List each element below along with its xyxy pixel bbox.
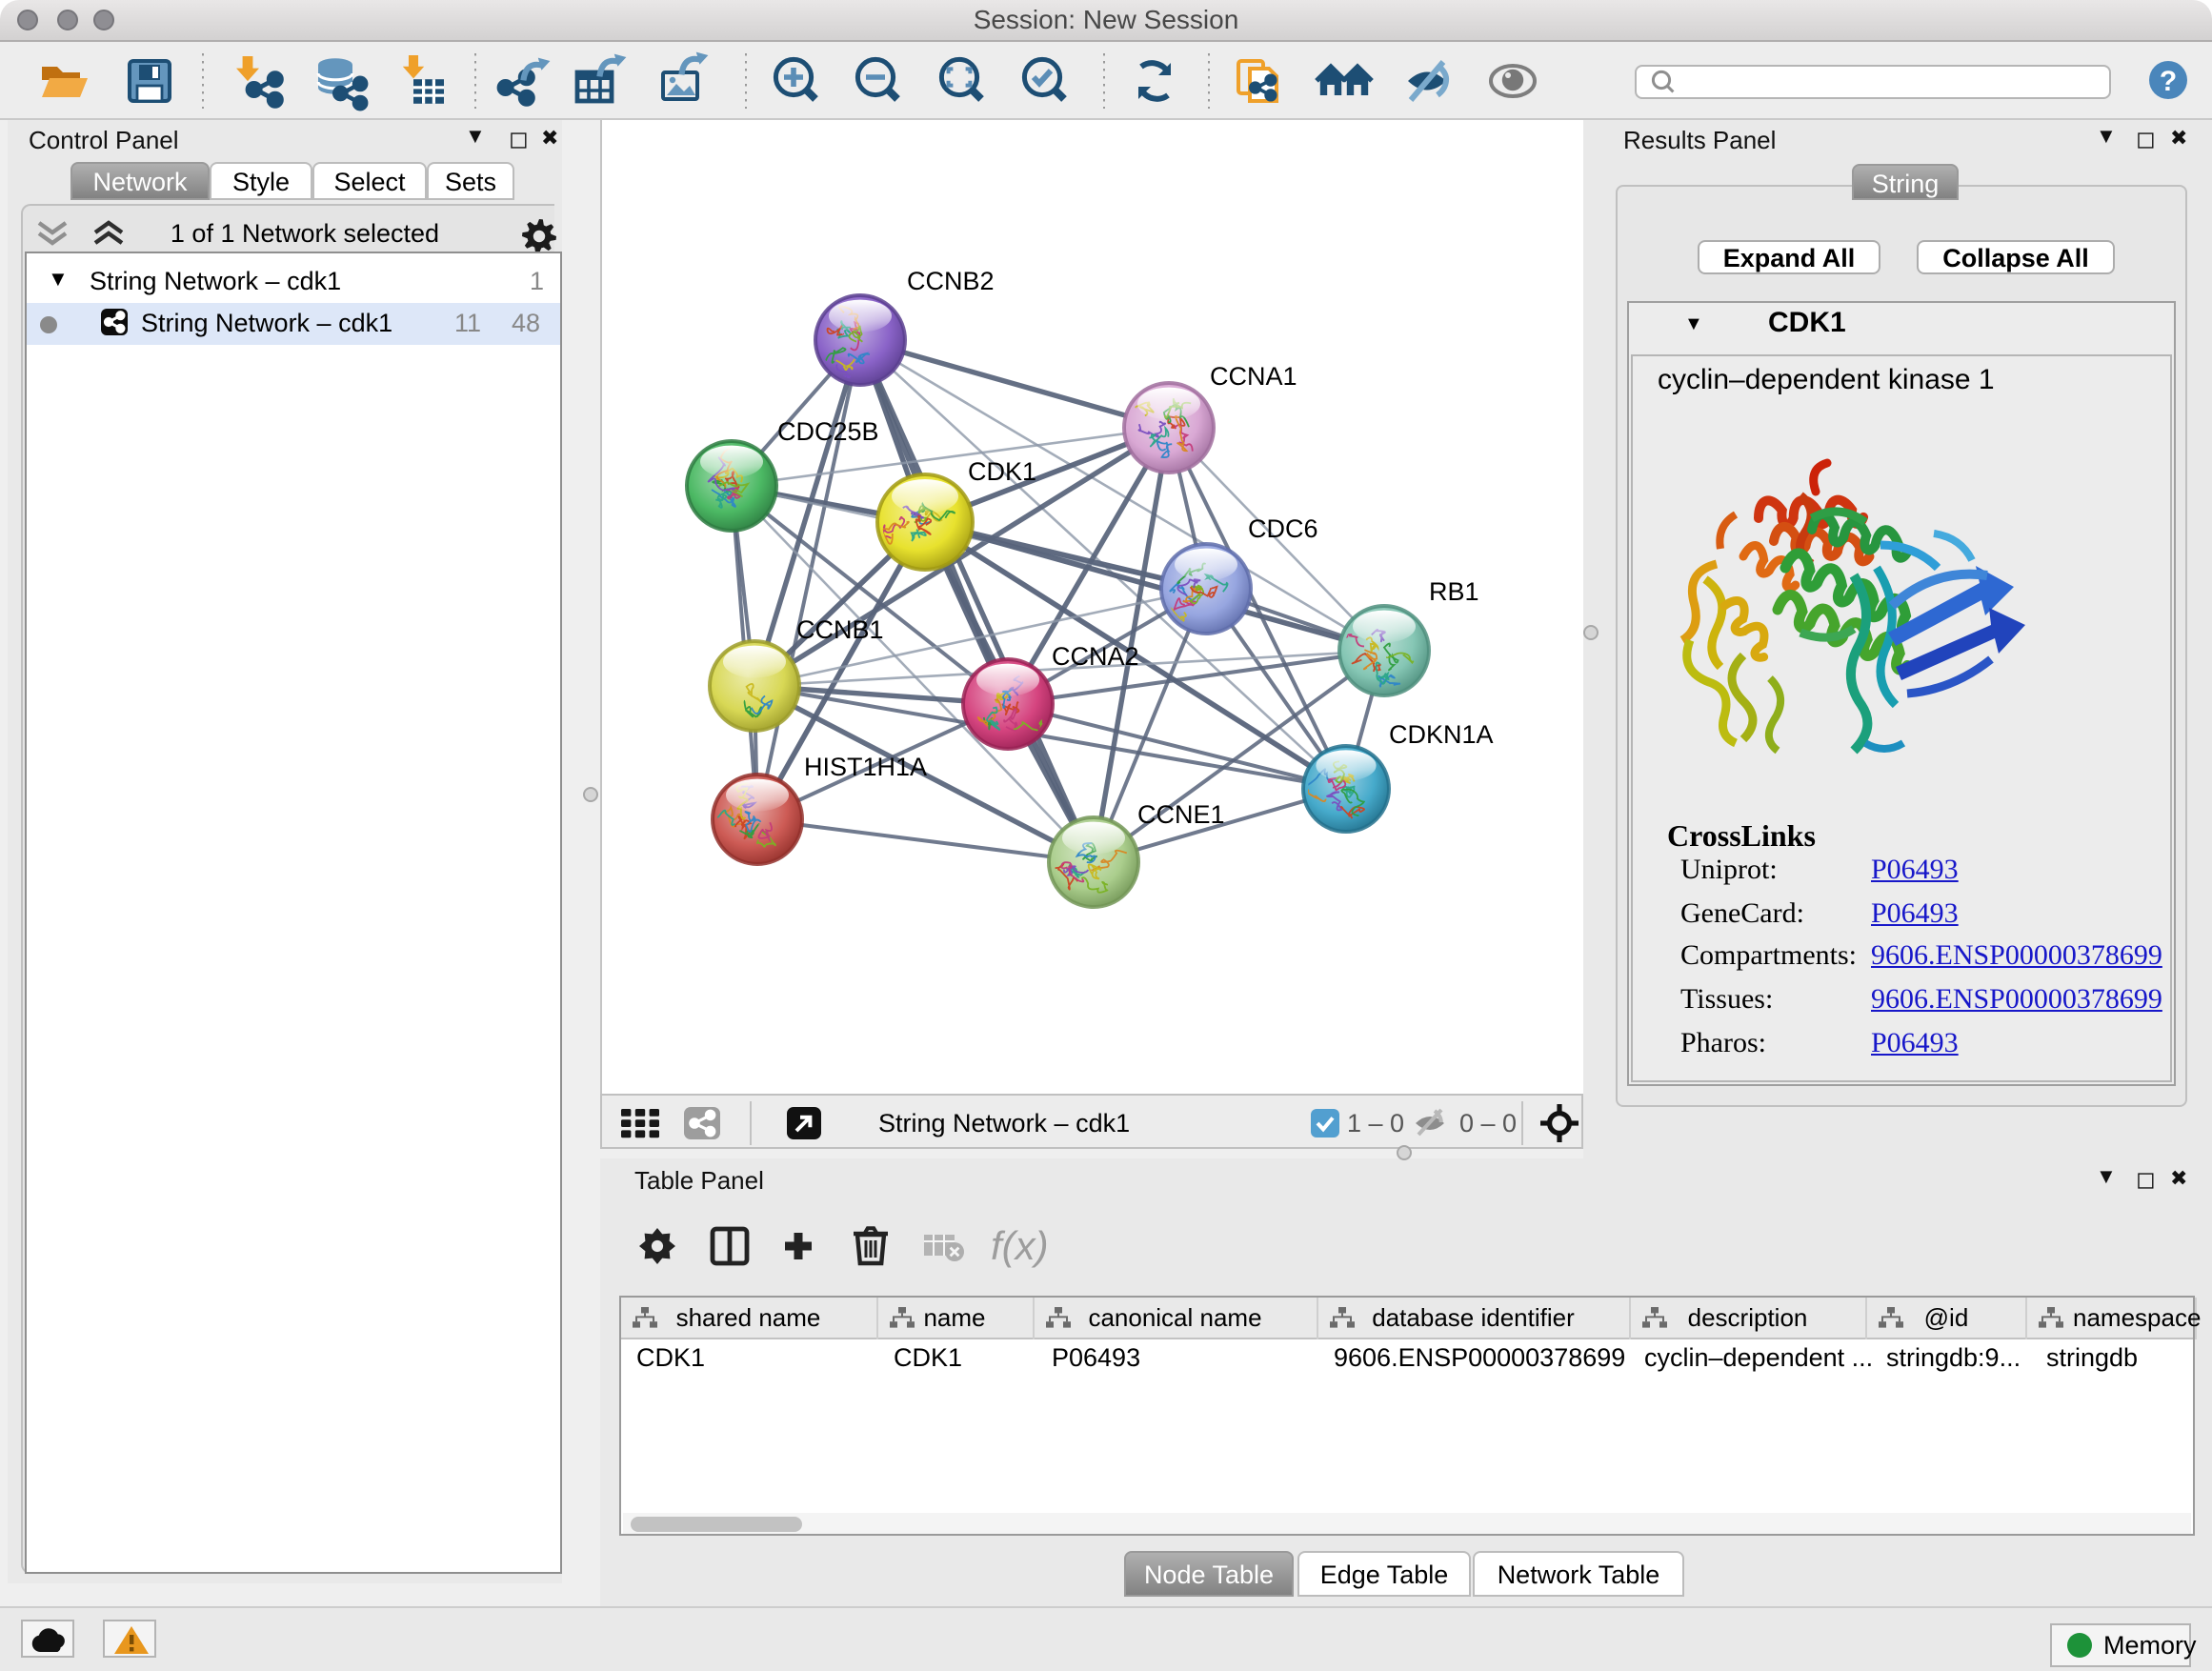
svg-text:String Network – cdk1: String Network – cdk1 (878, 1109, 1130, 1137)
svg-text:1 – 0: 1 – 0 (1347, 1109, 1404, 1137)
svg-text:f(x): f(x) (991, 1223, 1049, 1268)
svg-text:CCNB1: CCNB1 (796, 615, 884, 644)
svg-text:HIST1H1A: HIST1H1A (804, 753, 927, 781)
svg-text:RB1: RB1 (1429, 577, 1479, 606)
svg-text:CCNE1: CCNE1 (1137, 800, 1225, 829)
svg-text:CDC25B: CDC25B (777, 417, 879, 446)
svg-text:CDKN1A: CDKN1A (1389, 720, 1494, 749)
svg-text:CDK1: CDK1 (968, 457, 1036, 486)
svg-text:CCNA2: CCNA2 (1052, 642, 1139, 671)
svg-text:?: ? (2160, 66, 2177, 97)
svg-text:CDC6: CDC6 (1248, 514, 1318, 543)
svg-text:0 – 0: 0 – 0 (1459, 1109, 1517, 1137)
svg-text:CCNB2: CCNB2 (907, 267, 995, 295)
svg-text:CCNA1: CCNA1 (1210, 362, 1297, 391)
